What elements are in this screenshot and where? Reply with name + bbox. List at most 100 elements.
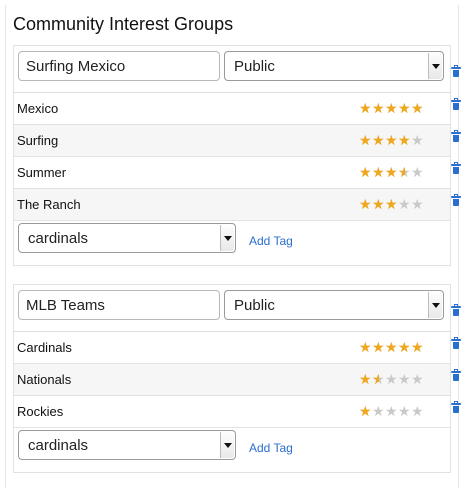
star-rating[interactable]: ★ ★ ★ ★ ★ ★ ★ ★ ★ ★: [359, 101, 425, 115]
visibility-value: Public: [234, 297, 275, 314]
star-icon[interactable]: ★ ★: [359, 197, 372, 211]
star-icon[interactable]: ★: [398, 404, 411, 418]
tag-select-value: cardinals: [28, 230, 89, 247]
star-icon[interactable]: ★ ★: [398, 133, 411, 147]
tag-row: Nationals ★ ★ ★ ★ ★ ★ ★: [14, 364, 461, 396]
star-icon[interactable]: ★ ★: [359, 404, 372, 418]
trash-icon[interactable]: [451, 194, 461, 207]
tag-label: Rockies: [17, 404, 64, 419]
tag-label: Summer: [17, 165, 67, 180]
add-tag-link[interactable]: Add Tag: [249, 234, 293, 248]
trash-icon[interactable]: [451, 401, 461, 414]
star-icon[interactable]: ★ ★: [359, 101, 372, 115]
star-rating[interactable]: ★ ★ ★ ★ ★ ★ ★: [359, 372, 425, 386]
star-icon[interactable]: ★ ★: [372, 101, 385, 115]
star-fill: ★: [385, 133, 398, 147]
star-icon[interactable]: ★ ★: [411, 340, 424, 354]
star-icon[interactable]: ★ ★: [359, 372, 372, 386]
tag-row: Surfing ★ ★ ★ ★ ★ ★ ★ ★ ★: [14, 125, 461, 157]
star-rating[interactable]: ★ ★ ★ ★ ★ ★ ★ ★: [359, 197, 425, 211]
add-tag-link[interactable]: Add Tag: [249, 441, 293, 455]
star-fill: ★: [385, 165, 398, 179]
star-icon[interactable]: ★ ★: [372, 165, 385, 179]
tag-select[interactable]: cardinals: [18, 223, 236, 253]
group-card: Public Cardinals ★★★★★★★★★★ Nationals ★★…: [13, 284, 461, 473]
star-fill: ★: [398, 165, 405, 179]
star-icon[interactable]: ★: [398, 197, 411, 211]
star-fill: ★: [385, 101, 398, 115]
star-rating[interactable]: ★ ★ ★ ★ ★ ★ ★ ★ ★: [359, 133, 425, 147]
group-name-input[interactable]: [18, 290, 220, 320]
chevron-down-icon: [428, 292, 442, 318]
star-fill: ★: [359, 133, 372, 147]
star-fill: ★: [372, 101, 385, 115]
star-icon[interactable]: ★ ★: [359, 133, 372, 147]
star-icon[interactable]: ★: [411, 372, 424, 386]
star-icon[interactable]: ★ ★: [385, 340, 398, 354]
tag-label: Cardinals: [17, 340, 72, 355]
star-icon[interactable]: ★ ★: [398, 165, 411, 179]
trash-icon[interactable]: [451, 162, 461, 175]
star-fill: ★: [372, 165, 385, 179]
star-icon[interactable]: ★ ★: [372, 372, 385, 386]
star-rating[interactable]: ★ ★ ★ ★ ★ ★ ★ ★ ★ ★: [359, 340, 425, 354]
chevron-down-icon: [428, 53, 442, 79]
star-icon[interactable]: ★: [411, 404, 424, 418]
star-icon[interactable]: ★: [411, 133, 424, 147]
tag-row: Cardinals ★ ★ ★ ★ ★ ★ ★ ★ ★ ★: [14, 332, 461, 364]
chevron-down-icon: [220, 225, 234, 251]
star-icon[interactable]: ★ ★: [372, 133, 385, 147]
trash-icon[interactable]: [451, 304, 461, 317]
visibility-value: Public: [234, 58, 275, 75]
group-header: Public: [14, 46, 461, 93]
star-fill: ★: [385, 197, 398, 211]
star-fill: ★: [411, 340, 424, 354]
tag-label: Nationals: [17, 372, 72, 387]
star-fill: ★: [372, 372, 379, 386]
star-fill: ★: [359, 165, 372, 179]
star-icon[interactable]: ★ ★: [359, 340, 372, 354]
star-icon[interactable]: ★ ★: [359, 165, 372, 179]
star-icon[interactable]: ★ ★: [372, 197, 385, 211]
star-fill: ★: [372, 197, 385, 211]
star-fill: ★: [359, 197, 372, 211]
star-rating[interactable]: ★ ★ ★ ★ ★ ★: [359, 404, 425, 418]
star-icon[interactable]: ★: [411, 197, 424, 211]
tag-row: Mexico ★ ★ ★ ★ ★ ★ ★ ★ ★ ★: [14, 93, 461, 125]
group-name-input[interactable]: [18, 51, 220, 81]
trash-icon[interactable]: [451, 130, 461, 143]
trash-icon[interactable]: [451, 98, 461, 111]
star-icon[interactable]: ★: [385, 372, 398, 386]
page-title: Community Interest Groups: [13, 14, 234, 34]
star-icon[interactable]: ★ ★: [372, 340, 385, 354]
star-icon[interactable]: ★: [398, 372, 411, 386]
visibility-select[interactable]: Public: [224, 51, 444, 81]
star-icon[interactable]: ★ ★: [385, 101, 398, 115]
star-fill: ★: [359, 404, 372, 418]
visibility-select[interactable]: Public: [224, 290, 444, 320]
star-fill: ★: [398, 133, 411, 147]
star-icon[interactable]: ★ ★: [385, 197, 398, 211]
tag-label: Surfing: [17, 133, 59, 148]
star-rating[interactable]: ★ ★ ★ ★ ★ ★ ★ ★ ★: [359, 165, 425, 179]
trash-icon[interactable]: [451, 369, 461, 382]
trash-icon[interactable]: [451, 337, 461, 350]
star-fill: ★: [411, 101, 424, 115]
star-icon[interactable]: ★: [372, 404, 385, 418]
tag-row: Rockies ★ ★ ★ ★ ★ ★: [14, 396, 461, 428]
star-icon[interactable]: ★: [385, 404, 398, 418]
star-fill: ★: [385, 340, 398, 354]
trash-icon[interactable]: [451, 65, 461, 78]
star-icon[interactable]: ★ ★: [385, 133, 398, 147]
group-header: Public: [14, 285, 461, 332]
star-fill: ★: [372, 133, 385, 147]
star-icon[interactable]: ★ ★: [385, 165, 398, 179]
tag-label: The Ranch: [17, 197, 81, 212]
star-icon[interactable]: ★ ★: [398, 340, 411, 354]
star-fill: ★: [398, 340, 411, 354]
star-icon[interactable]: ★: [411, 165, 424, 179]
tag-row: The Ranch ★ ★ ★ ★ ★ ★ ★ ★: [14, 189, 461, 221]
tag-select[interactable]: cardinals: [18, 430, 236, 460]
star-icon[interactable]: ★ ★: [411, 101, 424, 115]
star-icon[interactable]: ★ ★: [398, 101, 411, 115]
